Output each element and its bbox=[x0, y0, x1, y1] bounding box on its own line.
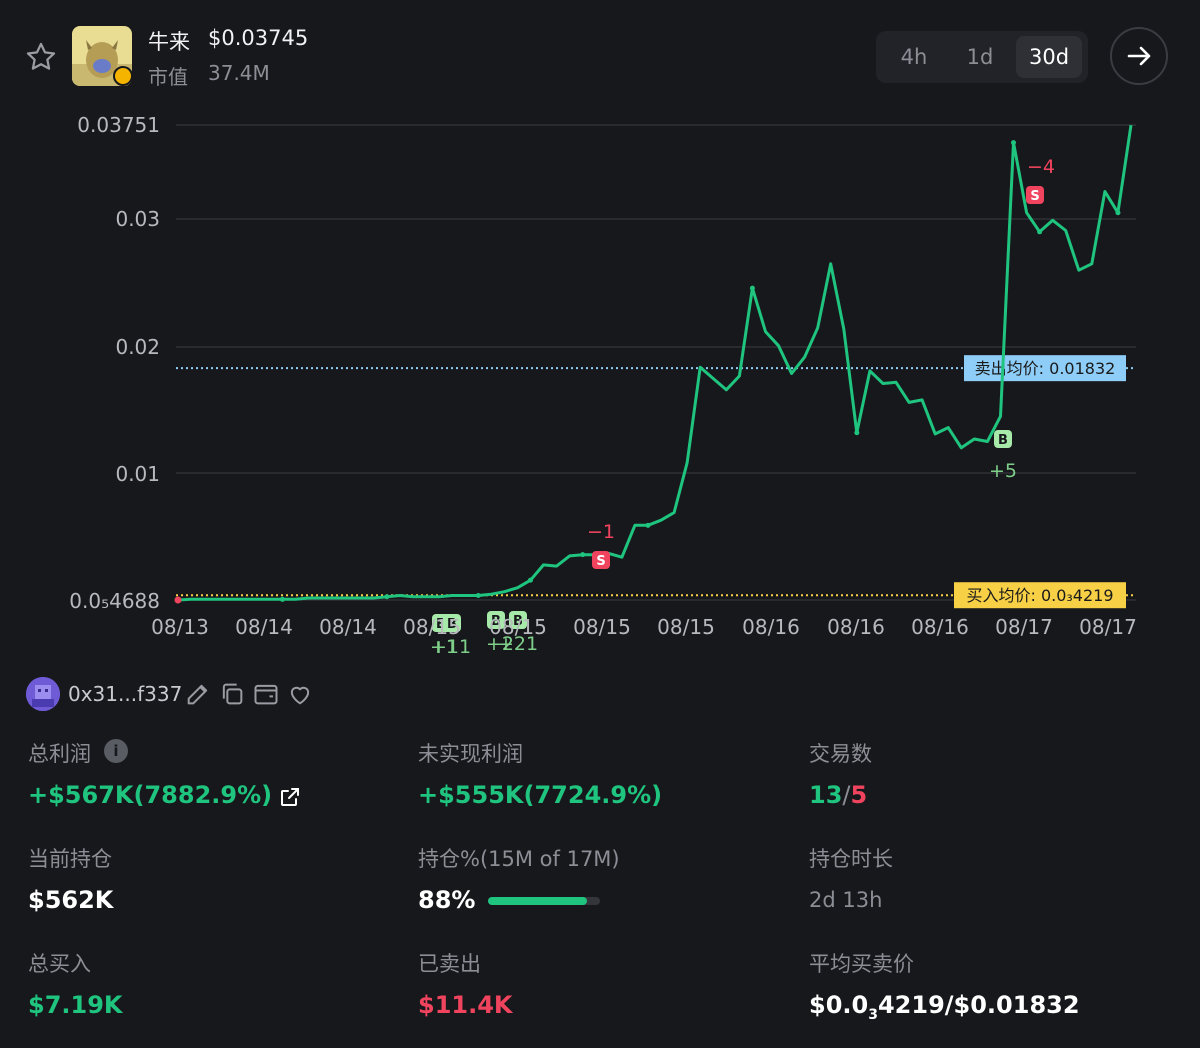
x-tick-label: 08/15 bbox=[573, 615, 631, 639]
price-dot bbox=[1011, 140, 1017, 146]
trade-amount-label: +1 bbox=[430, 636, 458, 658]
buy-marker[interactable]: B bbox=[994, 430, 1012, 448]
x-tick-label: 08/14 bbox=[235, 615, 293, 639]
x-tick-label: 08/16 bbox=[911, 615, 969, 639]
price-dot bbox=[1037, 229, 1043, 235]
copy-icon[interactable] bbox=[218, 680, 246, 708]
trades-count-label: 交易数 bbox=[809, 742, 872, 766]
avg-price-label: 平均买卖价 bbox=[809, 952, 914, 976]
wallet-icon[interactable] bbox=[252, 680, 280, 708]
x-tick-label: 08/14 bbox=[319, 615, 377, 639]
price-chart: 卖出均价: 0.01832买入均价: 0.0₃4219 S−1S−4B+5B+1… bbox=[174, 124, 1136, 658]
sell-count: 5 bbox=[850, 781, 868, 809]
price-dot bbox=[384, 594, 390, 600]
price-dot bbox=[174, 596, 182, 604]
price-dot bbox=[645, 522, 651, 528]
sell-marker[interactable]: S bbox=[1026, 186, 1044, 204]
price-dot bbox=[279, 596, 285, 602]
total-buy-value: $7.19K bbox=[28, 991, 123, 1019]
avg-price-value: $0.034219/$0.01832 bbox=[809, 991, 1080, 1023]
x-tick-label: 08/17 bbox=[995, 615, 1053, 639]
holding-duration-value: 2d 13h bbox=[809, 888, 883, 912]
holding-progress-bar bbox=[488, 897, 600, 905]
buy-count: 13 bbox=[809, 781, 843, 809]
trade-amount-label: +5 bbox=[989, 460, 1017, 482]
holding-percent-value: 88% bbox=[418, 886, 476, 914]
sold-label: 已卖出 bbox=[418, 952, 481, 976]
wallet-avatar bbox=[26, 677, 60, 711]
x-tick-label: 08/16 bbox=[827, 615, 885, 639]
avg-price-prefix: $0.0 bbox=[809, 991, 869, 1019]
x-tick-label: 08/15 bbox=[489, 615, 547, 639]
info-icon[interactable]: i bbox=[104, 739, 128, 763]
x-tick-label: 08/16 bbox=[742, 615, 800, 639]
trades-count-value: 13/5 bbox=[809, 781, 867, 809]
price-dot bbox=[1115, 210, 1121, 216]
x-tick-label: 08/15 bbox=[403, 615, 461, 639]
edit-icon[interactable] bbox=[184, 680, 212, 708]
heart-icon[interactable] bbox=[286, 680, 314, 708]
price-dot bbox=[580, 552, 586, 558]
sold-value: $11.4K bbox=[418, 991, 513, 1019]
price-dot bbox=[527, 577, 533, 583]
price-dot bbox=[749, 285, 755, 291]
total-profit-value: +$567K(7882.9%) bbox=[28, 781, 273, 809]
holding-duration-label: 持仓时长 bbox=[809, 847, 893, 871]
svg-text:S: S bbox=[596, 554, 605, 569]
trade-amount-label: −1 bbox=[587, 521, 615, 543]
current-holding-label: 当前持仓 bbox=[28, 847, 112, 871]
price-dot bbox=[475, 592, 481, 598]
holding-percent-label: 持仓%(15M of 17M) bbox=[418, 847, 620, 871]
x-tick-label: 08/13 bbox=[151, 615, 209, 639]
ref-line-label: 买入均价: 0.0₃4219 bbox=[966, 586, 1113, 605]
x-tick-label: 08/17 bbox=[1079, 615, 1137, 639]
unrealized-profit-value: +$555K(7724.9%) bbox=[418, 781, 663, 809]
svg-text:B: B bbox=[998, 433, 1008, 448]
external-link-icon[interactable] bbox=[278, 785, 302, 809]
avg-price-zero-count: 3 bbox=[868, 1007, 878, 1023]
trades-separator: / bbox=[842, 781, 851, 809]
total-profit-label: 总利润 bbox=[28, 742, 91, 766]
price-dot bbox=[854, 430, 860, 436]
svg-text:S: S bbox=[1030, 189, 1039, 204]
sell-marker[interactable]: S bbox=[592, 551, 610, 569]
unrealized-profit-label: 未实现利润 bbox=[418, 742, 523, 766]
avg-price-suffix: 4219/$0.01832 bbox=[877, 991, 1080, 1019]
holding-progress-fill bbox=[488, 897, 587, 905]
wallet-address[interactable]: 0x31...f337 bbox=[68, 682, 182, 706]
x-tick-label: 08/15 bbox=[657, 615, 715, 639]
current-holding-value: $562K bbox=[28, 886, 114, 914]
ref-line-label: 卖出均价: 0.01832 bbox=[975, 359, 1116, 378]
trade-amount-label: −4 bbox=[1027, 156, 1055, 178]
total-buy-label: 总买入 bbox=[28, 952, 91, 976]
